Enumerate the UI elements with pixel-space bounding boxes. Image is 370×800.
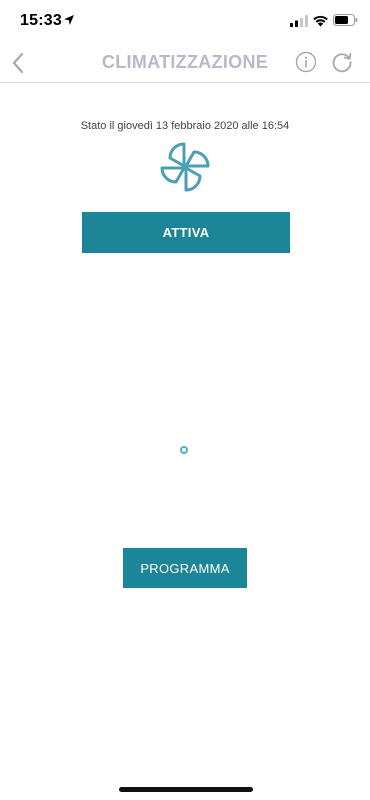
refresh-icon[interactable] — [331, 51, 353, 73]
fan-icon — [160, 142, 210, 192]
battery-icon — [333, 14, 358, 26]
wifi-icon — [313, 15, 328, 27]
loading-spinner-icon — [180, 446, 188, 454]
screen: 15:33 CLIMATIZZAZIONE Stato il giovedì 1… — [0, 0, 370, 800]
home-indicator[interactable] — [119, 787, 253, 792]
status-time: 15:33 — [20, 12, 62, 29]
last-status-text: Stato il giovedì 13 febbraio 2020 alle 1… — [80, 120, 290, 132]
location-arrow-icon — [64, 15, 74, 25]
activate-button[interactable]: ATTIVA — [82, 212, 290, 253]
info-icon[interactable] — [295, 51, 317, 73]
status-bar: 15:33 — [0, 0, 370, 44]
cellular-signal-icon — [290, 15, 308, 27]
navigation-bar: CLIMATIZZAZIONE — [0, 44, 370, 83]
program-button[interactable]: PROGRAMMA — [123, 548, 247, 588]
